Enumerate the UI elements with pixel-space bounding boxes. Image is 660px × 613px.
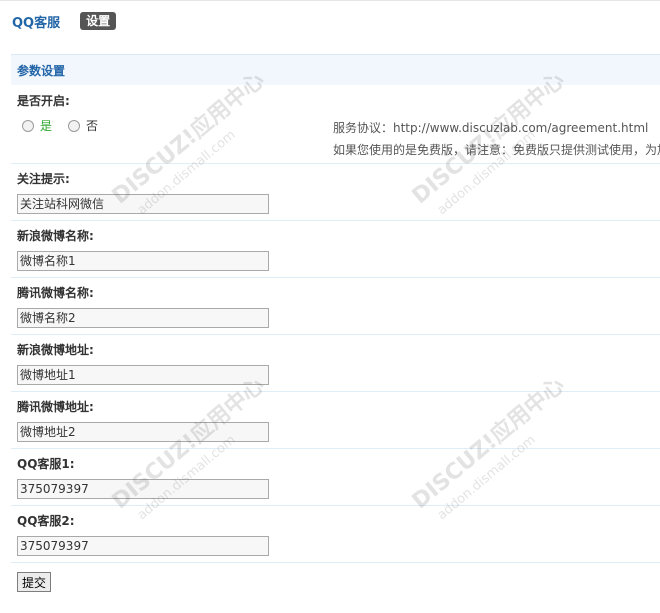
free-version-notice: 如果您使用的是免费版，请注意：免费版只提供测试使用，为加 [333,143,660,157]
radio-yes[interactable] [22,119,34,132]
page-header: QQ客服 设置 [12,10,117,32]
app-title: QQ客服 [12,15,61,31]
sina-weibo-url-input[interactable] [17,365,269,385]
svg-text:DISCUZ!应用中心: DISCUZ!应用中心 [107,67,269,209]
tencent-weibo-name-input[interactable] [17,308,269,328]
qq-service-1-label: QQ客服1: [17,457,75,471]
row-divider [11,163,660,164]
sina-weibo-url-label: 新浪微博地址: [17,343,94,357]
row-divider [11,277,660,278]
agreement-notice: 服务协议：http://www.discuzlab.com/agreement.… [333,121,649,135]
row-divider [11,334,660,335]
sina-weibo-name-label: 新浪微博名称: [17,229,94,243]
watermark-logo: DISCUZ!应用中心 addon.dismall.com [407,372,569,523]
row-divider [11,448,660,449]
follow-tip-label: 关注提示: [17,172,70,186]
follow-tip-input[interactable] [17,194,269,214]
tencent-weibo-url-input[interactable] [17,422,269,442]
radio-yes-label[interactable]: 是 [40,117,52,134]
svg-text:addon.dismall.com: addon.dismall.com [435,432,539,523]
svg-text:addon.dismall.com: addon.dismall.com [135,432,239,523]
svg-text:DISCUZ!应用中心: DISCUZ!应用中心 [407,67,569,209]
tencent-weibo-url-label: 腾讯微博地址: [17,400,94,414]
qq-service-2-input[interactable] [17,536,269,556]
qq-service-2-label: QQ客服2: [17,514,75,528]
sina-weibo-name-input[interactable] [17,251,269,271]
radio-no-label[interactable]: 否 [86,117,98,134]
tencent-weibo-name-label: 腾讯微博名称: [17,286,94,300]
top-border [0,0,660,1]
row-divider [11,391,660,392]
submit-button[interactable]: 提交 [17,572,51,592]
watermark-logo: DISCUZ!应用中心 addon.dismall.com [107,372,269,523]
qq-service-1-input[interactable] [17,479,269,499]
enable-radio-group: 是 否 [22,117,98,134]
row-divider [11,220,660,221]
svg-text:DISCUZ!应用中心: DISCUZ!应用中心 [407,372,569,514]
settings-tab-button[interactable]: 设置 [80,12,117,30]
row-divider [11,505,660,506]
section-title: 参数设置 [17,63,66,78]
radio-no[interactable] [68,119,81,132]
row-divider [11,562,660,563]
section-header: 参数设置 [11,54,660,85]
enable-label: 是否开启: [17,94,70,108]
